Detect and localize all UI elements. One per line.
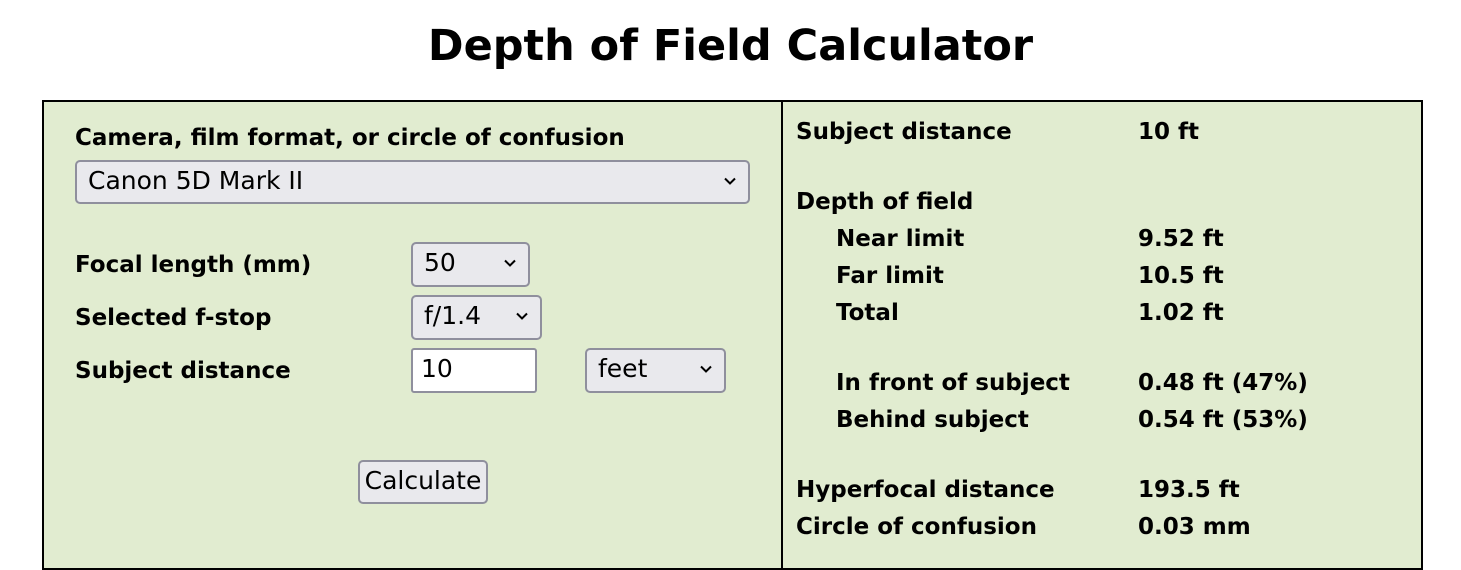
chevron-down-icon [724, 177, 736, 185]
distance-unit-value: feet [598, 354, 648, 383]
distance-label: Subject distance [75, 358, 291, 384]
distance-input[interactable]: 10 [411, 348, 537, 393]
camera-label: Camera, film format, or circle of confus… [75, 125, 625, 151]
in-front-label: In front of subject [836, 370, 1070, 396]
calculator-panel: Camera, film format, or circle of confus… [42, 100, 1423, 570]
near-limit-label: Near limit [836, 226, 965, 252]
distance-unit-select[interactable]: feet [585, 348, 726, 393]
camera-select[interactable]: Canon 5D Mark II [75, 160, 750, 204]
focal-length-select[interactable]: 50 [411, 242, 530, 287]
result-subject-distance-value: 10 ft [1138, 119, 1200, 145]
near-limit-value: 9.52 ft [1138, 226, 1224, 252]
fstop-select[interactable]: f/1.4 [411, 295, 542, 340]
total-label: Total [836, 300, 899, 326]
coc-label: Circle of confusion [796, 514, 1037, 540]
chevron-down-icon [700, 365, 712, 373]
focal-length-label: Focal length (mm) [75, 252, 312, 278]
panel-divider [781, 102, 783, 568]
hyperfocal-value: 193.5 ft [1138, 477, 1240, 503]
behind-label: Behind subject [836, 407, 1029, 433]
focal-length-value: 50 [424, 248, 456, 277]
hyperfocal-label: Hyperfocal distance [796, 477, 1055, 503]
fstop-label: Selected f-stop [75, 305, 272, 331]
calculate-button[interactable]: Calculate [358, 460, 488, 504]
result-subject-distance-label: Subject distance [796, 119, 1012, 145]
page-title: Depth of Field Calculator [427, 21, 1034, 71]
in-front-value: 0.48 ft (47%) [1138, 370, 1308, 396]
dof-heading: Depth of field [796, 189, 974, 215]
far-limit-label: Far limit [836, 263, 944, 289]
chevron-down-icon [504, 259, 516, 267]
coc-value: 0.03 mm [1138, 514, 1251, 540]
chevron-down-icon [516, 312, 528, 320]
camera-select-value: Canon 5D Mark II [88, 166, 304, 195]
fstop-value: f/1.4 [424, 301, 481, 330]
behind-value: 0.54 ft (53%) [1138, 407, 1308, 433]
far-limit-value: 10.5 ft [1138, 263, 1224, 289]
total-value: 1.02 ft [1138, 300, 1224, 326]
